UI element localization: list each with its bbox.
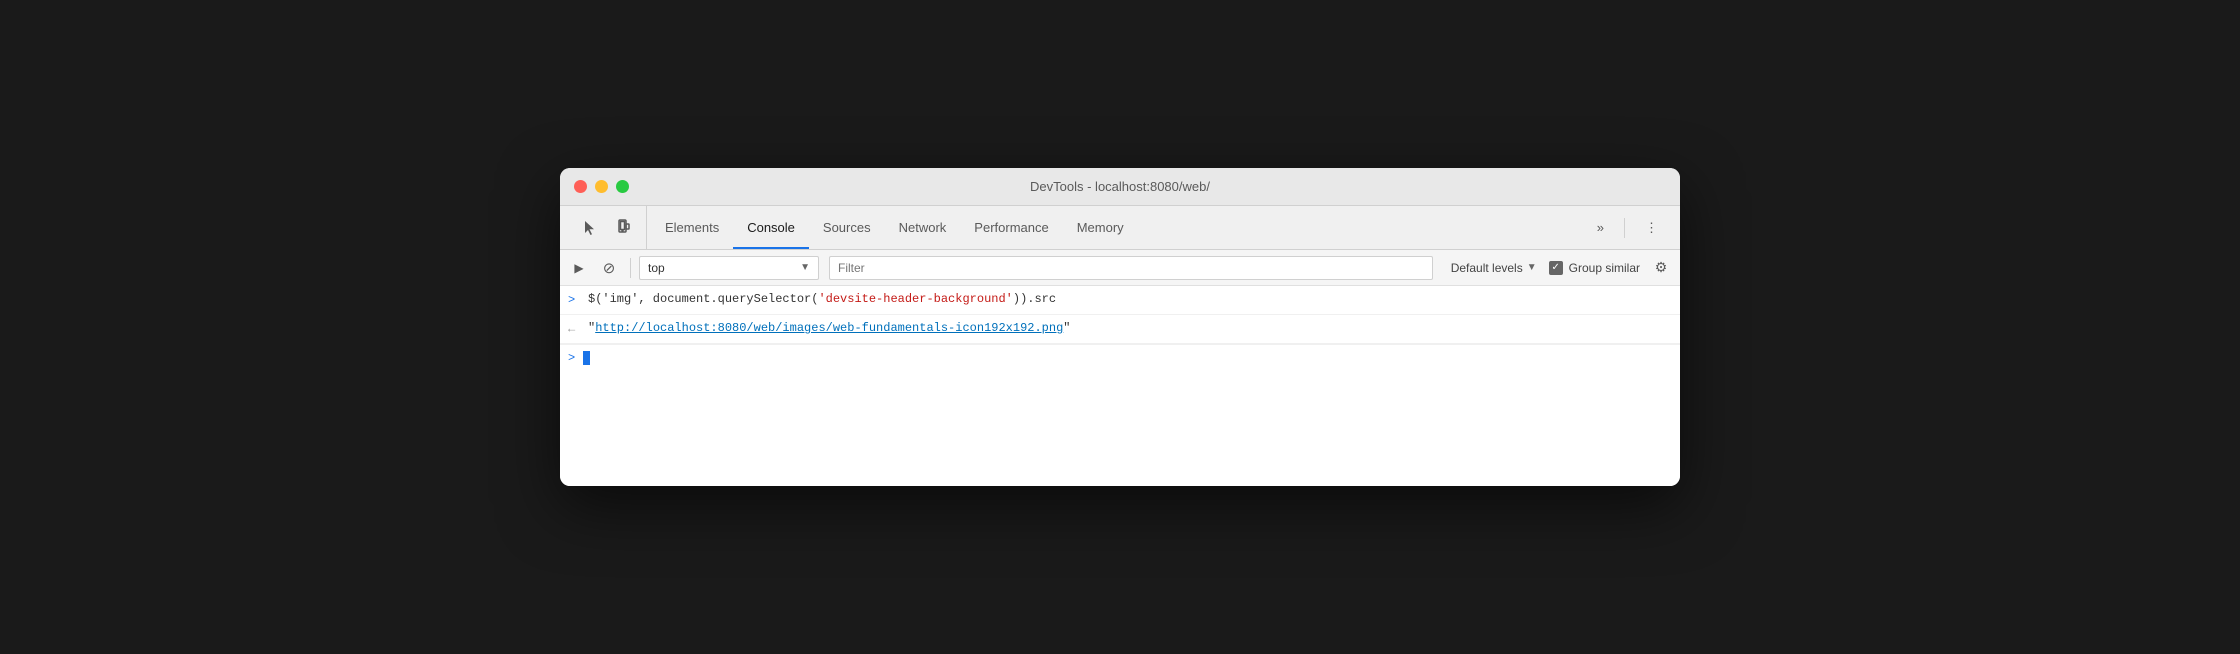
tab-divider: [1624, 218, 1625, 238]
sidebar-toggle-button[interactable]: ▶: [566, 255, 592, 281]
console-toolbar: ▶ ⊘ top ▼ Default levels ▼ ✓ Group simil…: [560, 250, 1680, 286]
minimize-button[interactable]: [595, 180, 608, 193]
console-output-text: "http://localhost:8080/web/images/web-fu…: [588, 319, 1672, 338]
context-value: top: [648, 261, 794, 275]
console-output: > $('img', document.querySelector('devsi…: [560, 286, 1680, 486]
titlebar: DevTools - localhost:8080/web/: [560, 168, 1680, 206]
tab-memory[interactable]: Memory: [1063, 206, 1138, 249]
context-selector[interactable]: top ▼: [639, 256, 819, 280]
tab-sources[interactable]: Sources: [809, 206, 885, 249]
console-filter-input[interactable]: [829, 256, 1433, 280]
levels-dropdown-arrow: ▼: [1527, 262, 1537, 273]
output-arrow: ←: [568, 319, 588, 339]
log-levels-button[interactable]: Default levels ▼: [1443, 256, 1545, 280]
close-button[interactable]: [574, 180, 587, 193]
checkbox-check-icon: ✓: [1549, 261, 1563, 275]
tab-network[interactable]: Network: [885, 206, 961, 249]
toolbar-divider: [630, 258, 631, 278]
window-title: DevTools - localhost:8080/web/: [1030, 179, 1210, 194]
tab-console[interactable]: Console: [733, 206, 809, 249]
maximize-button[interactable]: [616, 180, 629, 193]
gear-icon: ⚙: [1655, 259, 1668, 276]
devtools-window: DevTools - localhost:8080/web/ Elements: [560, 168, 1680, 486]
console-settings-button[interactable]: ⚙: [1648, 255, 1674, 281]
clear-console-button[interactable]: ⊘: [596, 255, 622, 281]
cursor-blink: [583, 351, 590, 365]
prompt-arrow: >: [568, 351, 575, 365]
console-input-text: $('img', document.querySelector('devsite…: [588, 290, 1672, 309]
window-controls: [574, 180, 629, 193]
tab-bar: Elements Console Sources Network Perform…: [560, 206, 1680, 250]
devtools-menu-button[interactable]: ⋮: [1631, 220, 1672, 236]
tab-elements[interactable]: Elements: [651, 206, 733, 249]
mobile-icon[interactable]: [610, 214, 638, 242]
console-output-line: ← "http://localhost:8080/web/images/web-…: [560, 315, 1680, 344]
toolbar-icons: [568, 206, 647, 249]
tab-performance[interactable]: Performance: [960, 206, 1062, 249]
context-dropdown-arrow: ▼: [800, 262, 810, 273]
tab-overflow-area: » ⋮: [1583, 206, 1672, 249]
console-prompt-line: >: [560, 344, 1680, 371]
input-arrow: >: [568, 290, 588, 310]
more-tabs-button[interactable]: »: [1583, 220, 1618, 235]
group-similar-checkbox[interactable]: ✓ Group similar: [1549, 261, 1640, 275]
cursor-icon[interactable]: [576, 214, 604, 242]
console-input-line: > $('img', document.querySelector('devsi…: [560, 286, 1680, 315]
